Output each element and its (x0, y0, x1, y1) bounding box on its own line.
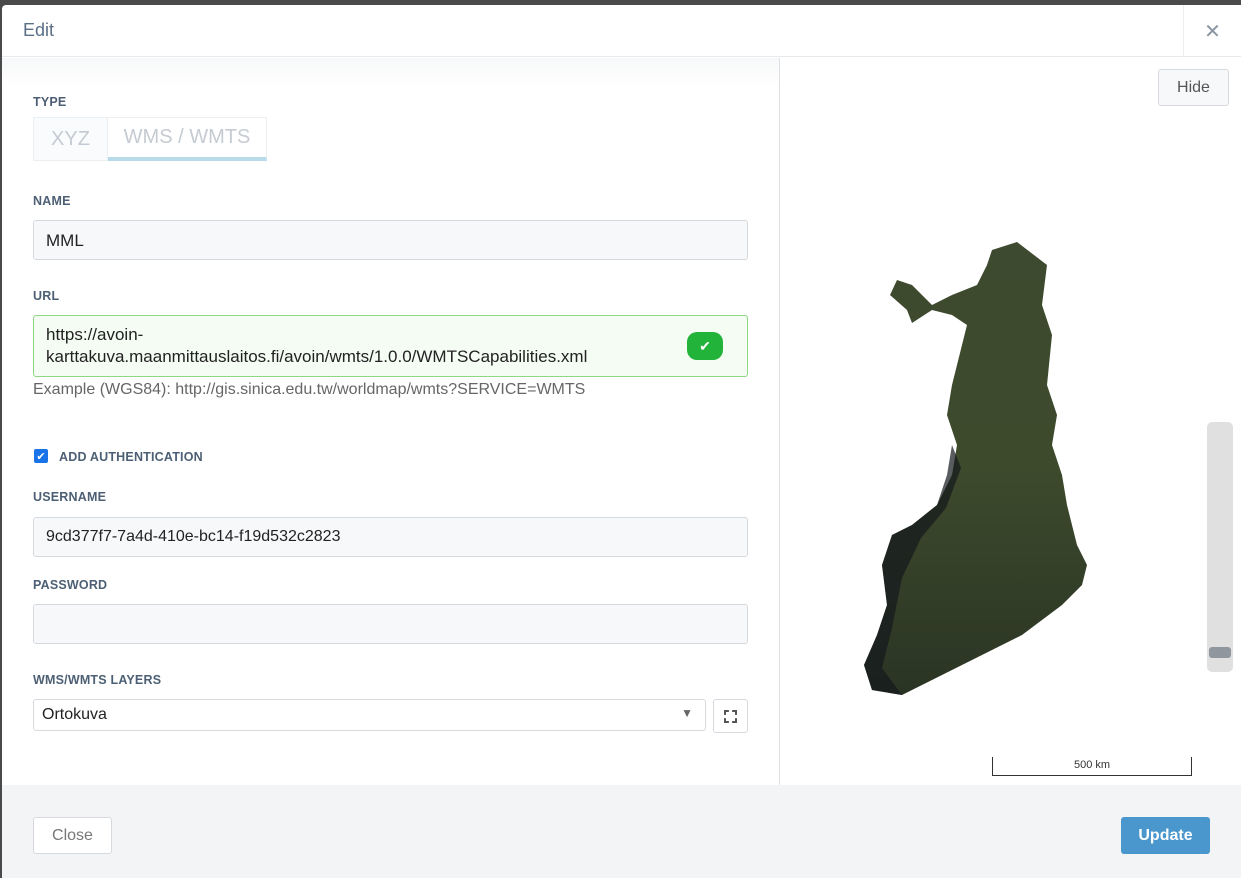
layers-selected: Ortokuva (42, 706, 107, 723)
close-icon[interactable]: ✕ (1183, 5, 1241, 57)
username-label: USERNAME (33, 490, 107, 504)
fullscreen-button[interactable] (713, 699, 748, 733)
finland-shape (864, 242, 1087, 695)
type-label: TYPE (33, 95, 67, 109)
name-label: NAME (33, 194, 71, 208)
auth-checkbox[interactable]: ✔ (34, 449, 48, 463)
layers-select[interactable]: Ortokuva ▼ (33, 699, 706, 731)
tab-xyz[interactable]: XYZ (33, 117, 108, 161)
zoom-slider[interactable] (1207, 422, 1233, 672)
dialog-header: Edit ✕ (2, 5, 1241, 57)
url-hint: Example (WGS84): http://gis.sinica.edu.t… (33, 381, 586, 398)
url-value-line2: karttakuva.maanmittauslaitos.fi/avoin/wm… (46, 347, 588, 366)
scale-label: 500 km (1073, 759, 1111, 771)
layers-label: WMS/WMTS LAYERS (33, 673, 162, 687)
form-panel: TYPE XYZ WMS / WMTS NAME MML URL https:/… (2, 58, 780, 785)
url-value-line1: https://avoin- (46, 325, 144, 344)
password-input[interactable] (33, 604, 748, 644)
dialog-footer: Close Update (2, 785, 1241, 878)
scale-bar: 500 km (992, 757, 1192, 776)
url-label: URL (33, 289, 60, 303)
dialog-title: Edit (23, 20, 55, 40)
tab-wms-wmts[interactable]: WMS / WMTS (108, 117, 267, 161)
auth-label[interactable]: ADD AUTHENTICATION (59, 450, 203, 464)
edit-dialog: Edit ✕ TYPE XYZ WMS / WMTS NAME MML URL … (2, 5, 1241, 878)
update-button[interactable]: Update (1121, 817, 1210, 854)
map-preview[interactable]: Hide 500 km (781, 58, 1241, 785)
expand-icon (724, 709, 737, 723)
finland-map (864, 242, 1087, 695)
close-button[interactable]: Close (33, 817, 112, 854)
password-label: PASSWORD (33, 578, 108, 592)
valid-check-icon: ✔ (687, 332, 723, 360)
chevron-down-icon: ▼ (681, 706, 693, 720)
username-input[interactable]: 9cd377f7-7a4d-410e-bc14-f19d532c2823 (33, 517, 748, 557)
type-tabs: XYZ WMS / WMTS (33, 117, 267, 161)
name-input[interactable]: MML (33, 220, 748, 260)
url-input[interactable]: https://avoin- karttakuva.maanmittauslai… (33, 315, 748, 377)
zoom-slider-thumb[interactable] (1209, 647, 1231, 658)
